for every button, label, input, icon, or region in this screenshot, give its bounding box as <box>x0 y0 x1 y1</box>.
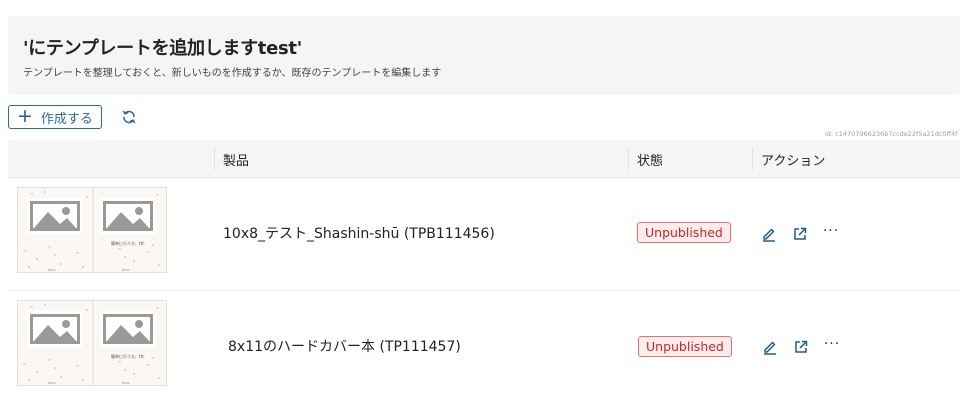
svg-text:Emiz: Emiz <box>48 381 56 385</box>
open-external-button[interactable] <box>791 225 809 243</box>
ellipsis-icon: ··· <box>822 223 840 239</box>
more-options-button[interactable]: ··· <box>822 223 840 243</box>
plus-icon: + <box>17 104 33 127</box>
svg-text:簡単に行う方、ttt.: 簡単に行う方、ttt. <box>111 353 145 359</box>
template-id: id: c14707966236b7ccde22f5a21dc0ff4f <box>825 130 958 138</box>
status-badge: Unpublished <box>638 336 732 357</box>
status-badge: Unpublished <box>637 222 731 243</box>
external-link-icon <box>794 227 807 240</box>
refresh-button[interactable] <box>118 106 140 128</box>
column-header-product[interactable]: 製品 <box>214 148 249 170</box>
template-thumbnail[interactable]: 簡単に行う方、ttt. Emiz Emiz <box>17 300 167 386</box>
svg-text:Emiz: Emiz <box>48 268 56 272</box>
create-button[interactable]: + 作成する <box>8 105 102 129</box>
refresh-icon <box>122 110 136 124</box>
image-placeholder-icon <box>100 198 156 234</box>
pencil-icon <box>763 228 775 242</box>
template-thumbnail[interactable]: 簡単に行う方、ttt. Emiz Emiz <box>17 187 167 273</box>
table-row[interactable]: 簡単に行う方、ttt. Emiz Emiz 8x11のハードカバー本 (TP11… <box>8 290 960 400</box>
column-header-status[interactable]: 状態 <box>628 148 663 170</box>
thumbnail-preview: 簡単に行う方、ttt. Emiz Emiz <box>23 301 160 385</box>
open-external-button[interactable] <box>792 338 810 356</box>
svg-text:簡単に行う方、ttt.: 簡単に行う方、ttt. <box>111 240 145 246</box>
table-row[interactable]: 簡単に行う方、ttt. Emiz Emiz 10x8_テスト_Shashin-s… <box>8 179 960 289</box>
svg-text:Emiz: Emiz <box>122 381 130 385</box>
create-button-label: 作成する <box>40 111 93 127</box>
page-subtitle: テンプレートを整理しておくと、新しいものを作成するか、既存のテンプレートを編集し… <box>23 68 442 79</box>
table-header: 製品 状態 アクション <box>8 140 960 178</box>
external-link-icon <box>795 340 808 353</box>
image-placeholder-icon <box>27 198 83 234</box>
product-name: 8x11のハードカバー本 (TP111457) <box>228 339 461 355</box>
image-placeholder-icon <box>27 311 83 347</box>
ellipsis-icon: ··· <box>823 336 841 352</box>
svg-text:Emiz: Emiz <box>122 268 130 272</box>
thumbnail-preview: 簡単に行う方、ttt. Emiz Emiz <box>23 188 160 272</box>
page-title: 'にテンプレートを追加しますtest' <box>23 38 302 59</box>
edit-button[interactable] <box>760 225 778 243</box>
column-header-actions: アクション <box>752 148 825 170</box>
pencil-icon <box>764 341 776 355</box>
image-placeholder-icon <box>100 311 156 347</box>
page-header: 'にテンプレートを追加しますtest' テンプレートを整理しておくと、新しいもの… <box>8 16 960 95</box>
more-options-button[interactable]: ··· <box>823 336 841 356</box>
edit-button[interactable] <box>761 338 779 356</box>
product-name: 10x8_テスト_Shashin-shū (TPB111456) <box>223 226 495 242</box>
